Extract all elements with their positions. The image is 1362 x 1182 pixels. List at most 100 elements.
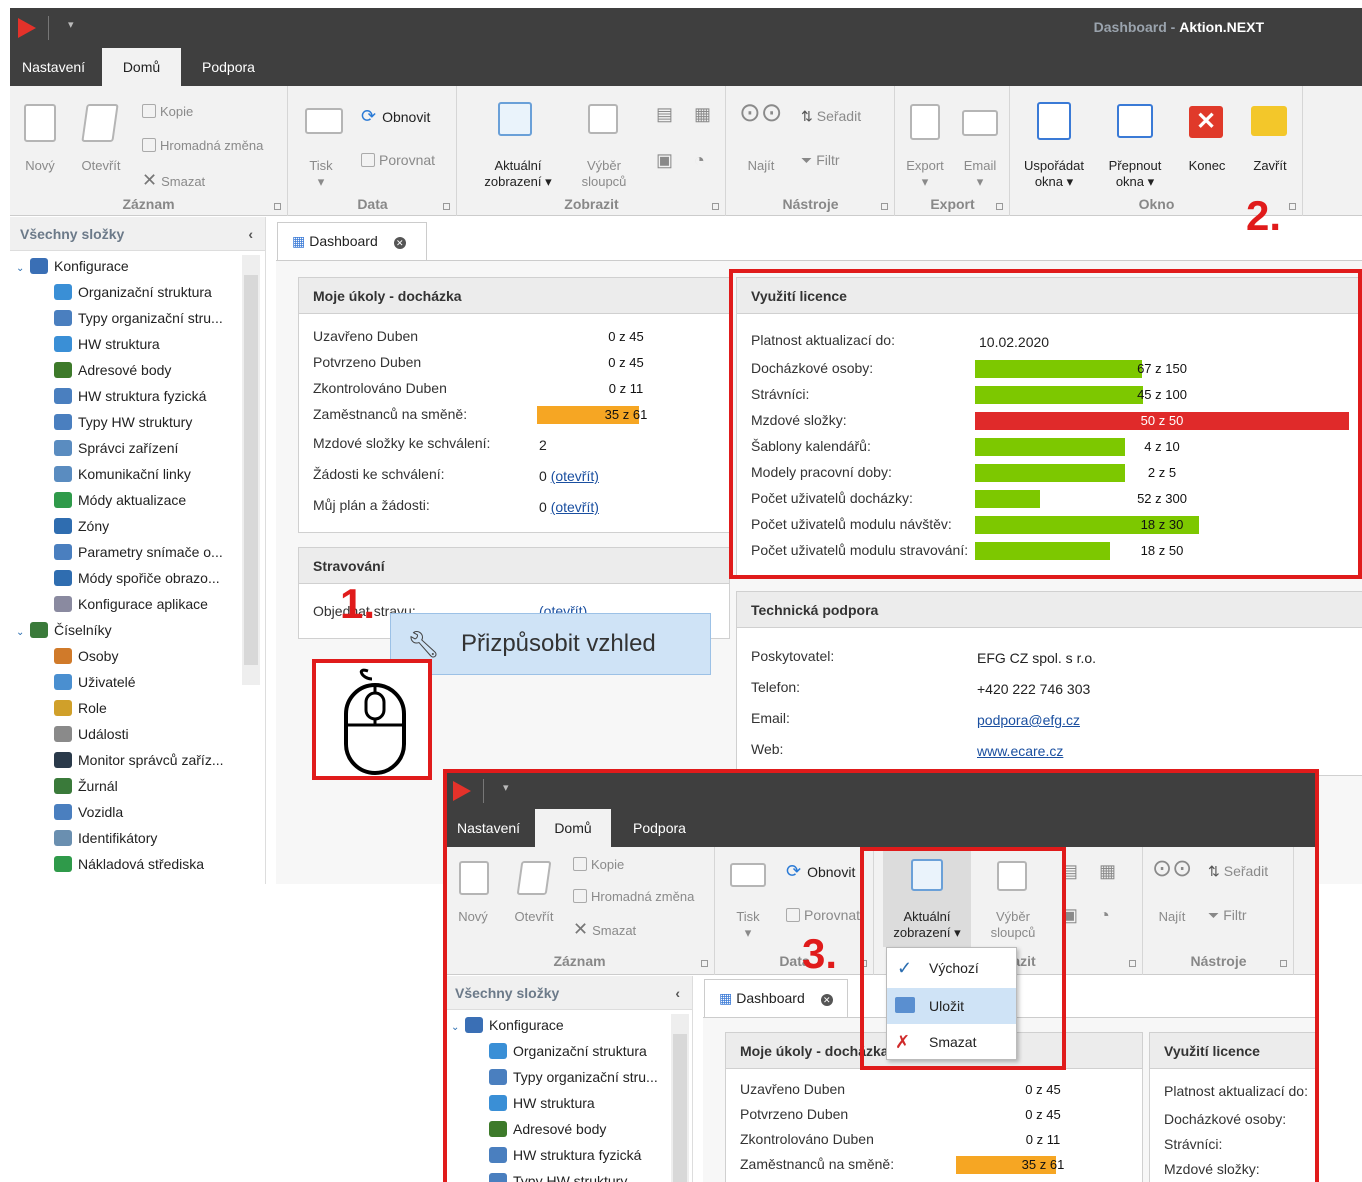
dialog-launcher-icon[interactable] [274, 203, 281, 210]
tree-item[interactable]: Uživatelé [10, 669, 240, 695]
tree-item[interactable]: Správci zařízení [10, 435, 240, 461]
task-value: 0 z 45 [537, 328, 715, 346]
customize-view-menu-item[interactable]: 🔧︎ Přizpůsobit vzhled [390, 613, 711, 675]
group-data: Tisk ▾ ⟳ Obnovit Porovnat Data [289, 86, 457, 216]
tree-item[interactable]: HW struktura [10, 331, 240, 357]
form-view-icon[interactable]: ▣ [656, 151, 673, 169]
tree-item[interactable]: Typy organizační stru... [10, 305, 240, 331]
close-button[interactable]: Zavřít [1245, 158, 1295, 174]
email-icon [962, 110, 998, 136]
tree-item[interactable]: Monitor správců zaříz... [10, 747, 240, 773]
tree-scrollbar[interactable] [242, 255, 260, 685]
tree-item[interactable]: Události [10, 721, 240, 747]
dialog-launcher-icon[interactable] [1289, 203, 1296, 210]
dashboard-icon: ▦ [292, 233, 306, 249]
web-link[interactable]: www.ecare.cz [977, 743, 1063, 759]
scrollbar-thumb[interactable] [244, 275, 258, 665]
tree-item[interactable]: Žurnál [10, 773, 240, 799]
current-view-label2: zobrazení [484, 174, 542, 189]
title-app: Aktion.NEXT [1179, 19, 1264, 35]
tab-dashboard-label: Dashboard [309, 233, 378, 249]
delete-button[interactable]: ✕ Smazat [142, 171, 205, 190]
menu-highlight [860, 847, 1066, 1070]
expand-icon[interactable]: ⌄ [16, 620, 30, 643]
tree-item[interactable]: Parametry snímače o... [10, 539, 240, 565]
compare-button[interactable]: Porovnat [361, 152, 435, 168]
tree-item[interactable]: ⌄ Číselníky [10, 617, 240, 643]
arrange-windows-button[interactable]: Uspořádat okna ▾ [1015, 158, 1093, 190]
new-button[interactable]: Nový [18, 158, 62, 174]
group-okno-label: Okno [1138, 196, 1175, 212]
tasks-panel-title: Moje úkoly - docházka [299, 278, 729, 314]
collapse-panel-icon[interactable]: ‹ [248, 217, 253, 251]
refresh-label: Obnovit [382, 109, 431, 125]
find-button[interactable]: Najít [741, 158, 781, 174]
dialog-launcher-icon[interactable] [443, 203, 450, 210]
progress-text: 35 z 61 [604, 407, 648, 422]
exit-button[interactable]: Konec [1183, 158, 1231, 174]
app-logo-icon[interactable] [18, 18, 36, 38]
filter-button[interactable]: ⏷ Filtr [801, 152, 840, 168]
close-tab-icon[interactable]: ✕ [393, 237, 406, 249]
copy-button[interactable]: Kopie [142, 104, 193, 120]
tree-item[interactable]: Identifikátory [10, 825, 240, 851]
quick-access-dropdown-icon[interactable]: ▾ [68, 18, 74, 31]
tree-item[interactable]: Organizační struktura [10, 279, 240, 305]
tree-item[interactable]: Typy HW struktury [10, 409, 240, 435]
tree-item[interactable]: Zóny [10, 513, 240, 539]
expand-icon[interactable]: ⌄ [16, 256, 30, 279]
tree-item[interactable]: Komunikační linky [10, 461, 240, 487]
current-view-button[interactable]: Aktuální zobrazení ▾ [468, 158, 568, 190]
tree-item[interactable]: Nákladová střediska [10, 851, 240, 877]
open-button[interactable]: Otevřít [76, 158, 126, 174]
bulk-change-button[interactable]: Hromadná změna [142, 138, 263, 154]
tree-item[interactable]: Módy aktualizace [10, 487, 240, 513]
task-value-text: 0 z 11 [608, 381, 644, 396]
task-value: 0 z 45 [537, 354, 715, 372]
refresh-button[interactable]: ⟳ Obnovit [361, 107, 431, 125]
export-label: Export [906, 158, 944, 173]
dialog-launcher-icon[interactable] [712, 203, 719, 210]
tree-item[interactable]: Konfigurace aplikace [10, 591, 240, 617]
compare-icon [361, 153, 375, 167]
tree-item[interactable]: HW struktura fyzická [10, 383, 240, 409]
tree-item[interactable]: Vozidla [10, 799, 240, 825]
phone-value: +420 222 746 303 [977, 681, 1091, 697]
sort-icon: ⇅ [801, 108, 813, 124]
chart-view-icon[interactable]: ◔ [694, 151, 705, 169]
tree-item-label: Módy aktualizace [78, 492, 187, 508]
group-label: Záznam [10, 196, 287, 212]
folder-icon [54, 284, 72, 300]
export-button[interactable]: Export ▾ [902, 158, 948, 190]
plan-open-link[interactable]: (otevřít) [551, 499, 599, 515]
print-icon [305, 108, 343, 134]
tree-item[interactable]: ⌄ Konfigurace [10, 253, 240, 279]
grid-view-icon[interactable]: ▦ [694, 105, 711, 123]
tree-item[interactable]: Adresové body [10, 357, 240, 383]
switch-windows-button[interactable]: Přepnout okna ▾ [1099, 158, 1171, 190]
task-value-text: 0 z 45 [608, 355, 644, 370]
column-chooser-button[interactable]: Výběr sloupců [574, 158, 634, 190]
email-link[interactable]: podpora@efg.cz [977, 712, 1080, 728]
tree-item-label: Role [78, 700, 107, 716]
tree-item[interactable]: Role [10, 695, 240, 721]
requests-open-link[interactable]: (otevřít) [551, 468, 599, 484]
tree-item[interactable]: Osoby [10, 643, 240, 669]
list-view-icon[interactable]: ▤ [656, 105, 673, 123]
email-button[interactable]: Email ▾ [958, 158, 1002, 190]
group-zobrazit-label: Zobrazit [564, 196, 619, 212]
tree-item-label: Adresové body [78, 362, 172, 378]
tab-dashboard[interactable]: ▦ Dashboard ✕ [277, 222, 427, 260]
folder-close-icon [1251, 106, 1287, 136]
customize-view-label: Přizpůsobit vzhled [461, 630, 656, 657]
dialog-launcher-icon[interactable] [996, 203, 1003, 210]
folder-panel-header: Všechny složky ‹ [10, 217, 265, 251]
sort-button[interactable]: ⇅ Seřadit [801, 108, 861, 124]
print-button[interactable]: Tisk ▾ [301, 158, 341, 190]
tab-nastaveni[interactable]: Nastavení [10, 48, 97, 86]
tab-domu[interactable]: Domů [102, 48, 181, 86]
folder-tree: ⌄ Konfigurace Organizační struktura Typy or… [10, 253, 240, 877]
tree-item[interactable]: Módy spořiče obrazo... [10, 565, 240, 591]
tab-podpora[interactable]: Podpora [190, 48, 267, 86]
dialog-launcher-icon[interactable] [881, 203, 888, 210]
